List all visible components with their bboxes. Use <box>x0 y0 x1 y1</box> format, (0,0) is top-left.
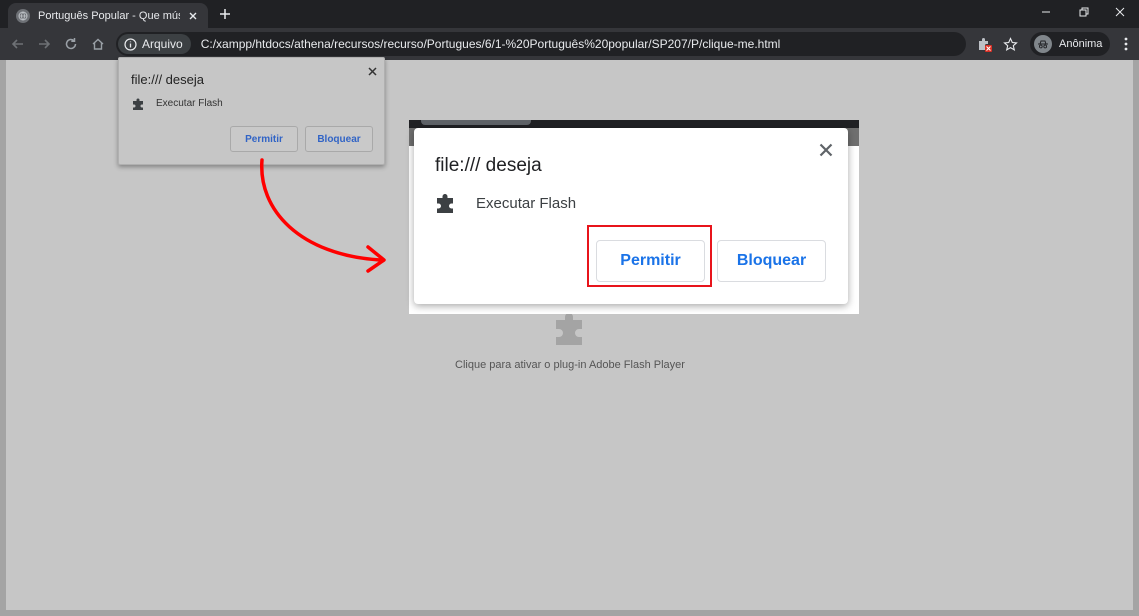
plus-icon <box>220 9 230 19</box>
browser-toolbar: Arquivo C:/xampp/htdocs/athena/recursos/… <box>0 28 1139 60</box>
arrow-left-icon <box>11 39 23 49</box>
puzzle-piece-icon <box>437 194 453 213</box>
forward-button[interactable] <box>33 33 55 55</box>
restore-icon <box>1079 7 1089 17</box>
flash-permission-prompt: file:/// deseja Executar Flash Permitir … <box>118 57 385 165</box>
close-icon <box>1115 7 1125 17</box>
prompt-title: file:/// deseja <box>131 72 204 87</box>
plugin-blocked-icon[interactable] <box>974 34 994 54</box>
incognito-icon <box>1034 35 1052 53</box>
address-bar[interactable]: Arquivo C:/xampp/htdocs/athena/recursos/… <box>116 32 966 56</box>
viewport-border <box>0 610 1139 616</box>
minimize-button[interactable] <box>1027 0 1065 24</box>
permission-label: Executar Flash <box>476 195 577 212</box>
block-button[interactable]: Bloquear <box>305 126 373 152</box>
flash-plugin-placeholder[interactable]: Clique para ativar o plug-in Adobe Flash… <box>420 310 720 371</box>
profile-label: Anônima <box>1059 38 1103 50</box>
site-info-label: Arquivo <box>142 37 183 51</box>
back-button[interactable] <box>7 33 29 55</box>
tab-title: Português Popular - Que música <box>38 9 180 22</box>
home-icon <box>92 38 104 50</box>
menu-button[interactable] <box>1118 34 1134 54</box>
profile-button[interactable]: Anônima <box>1030 32 1110 56</box>
permission-label: Executar Flash <box>156 98 223 109</box>
bookmark-star-icon[interactable] <box>1000 34 1020 54</box>
close-icon[interactable] <box>816 140 836 160</box>
restore-button[interactable] <box>1065 0 1103 24</box>
more-vert-icon <box>1124 37 1128 51</box>
tab-close-icon[interactable] <box>186 9 200 23</box>
url-text[interactable]: C:/xampp/htdocs/athena/recursos/recurso/… <box>201 37 781 51</box>
reload-button[interactable] <box>60 33 82 55</box>
site-info-chip[interactable]: Arquivo <box>118 34 191 54</box>
plugin-message: Clique para ativar o plug-in Adobe Flash… <box>455 359 685 371</box>
curved-arrow-icon <box>260 158 386 273</box>
home-button[interactable] <box>87 33 109 55</box>
info-icon <box>124 37 137 51</box>
prompt-title: file:/// deseja <box>435 155 542 176</box>
zoomed-tab <box>421 120 531 125</box>
new-tab-button[interactable] <box>216 5 234 23</box>
browser-tab[interactable]: Português Popular - Que música <box>8 3 208 28</box>
puzzle-piece-icon <box>556 313 582 345</box>
zoomed-tabstrip <box>409 120 859 128</box>
viewport-border <box>1133 60 1139 616</box>
arrow-right-icon <box>39 39 51 49</box>
close-window-button[interactable] <box>1101 0 1139 24</box>
highlight-box <box>587 225 712 287</box>
block-button[interactable]: Bloquear <box>717 240 826 282</box>
puzzle-piece-icon <box>133 98 143 110</box>
minimize-icon <box>1042 11 1050 13</box>
close-icon[interactable] <box>365 64 379 78</box>
globe-icon <box>16 8 30 23</box>
allow-button[interactable]: Permitir <box>230 126 298 152</box>
tab-strip: Português Popular - Que música <box>0 0 1139 28</box>
reload-icon <box>65 38 77 50</box>
